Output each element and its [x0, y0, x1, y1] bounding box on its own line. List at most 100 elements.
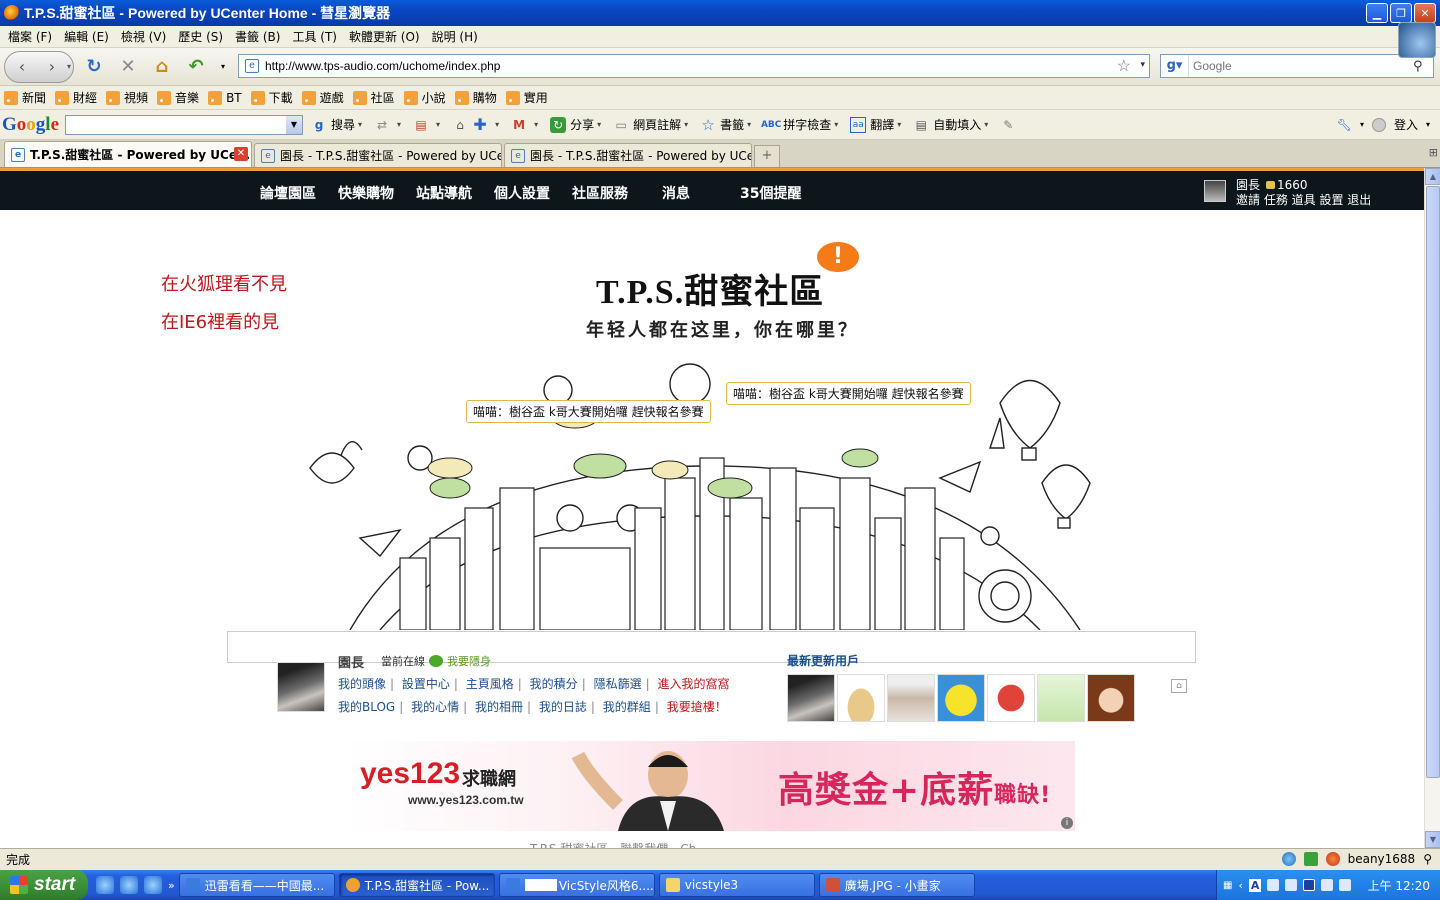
go-invisible-link[interactable]: 我要隱身: [447, 653, 491, 669]
scroll-up-icon[interactable]: ▲: [1425, 168, 1440, 185]
pencil-button[interactable]: ✎: [1000, 117, 1020, 133]
bookmark-community[interactable]: 社區: [352, 89, 395, 106]
tab-tps-home[interactable]: e T.P.S.甜蜜社區 - Powered by UCen... ✕: [4, 141, 252, 167]
menu-edit[interactable]: 編輯 (E): [64, 28, 109, 45]
link-grab-floor[interactable]: 我要搶樓！: [667, 700, 727, 714]
google-search-button[interactable]: g 搜尋 ▾: [311, 116, 362, 133]
google-search-input[interactable]: ▼: [65, 114, 303, 135]
scroll-down-icon[interactable]: ▼: [1425, 831, 1440, 848]
chevron-down-icon[interactable]: ▾: [1426, 120, 1430, 129]
avatar[interactable]: [1204, 180, 1226, 202]
menu-bookmarks[interactable]: 書籤 (B): [235, 28, 280, 45]
history-dropdown-icon[interactable]: ▾: [67, 62, 71, 71]
user-thumbnail[interactable]: [787, 674, 835, 722]
back-icon[interactable]: ‹: [7, 52, 37, 82]
status-username[interactable]: beany1688: [1348, 852, 1416, 866]
menu-history[interactable]: 歷史 (S): [178, 28, 223, 45]
close-window-button[interactable]: ✕: [1414, 3, 1436, 23]
user-thumbnail[interactable]: [1037, 674, 1085, 722]
bookmark-finance[interactable]: 財經: [55, 89, 97, 106]
back-to-top-icon[interactable]: ⌂: [1171, 679, 1187, 693]
chevron-down-icon[interactable]: ▾: [1360, 120, 1364, 129]
user-thumbnail[interactable]: [937, 674, 985, 722]
url-dropdown-icon[interactable]: ▾: [1140, 59, 1145, 70]
google-buttons[interactable]: ⌂ ✚ ▾: [452, 115, 499, 134]
undo-dropdown-icon[interactable]: ▾: [216, 55, 230, 79]
scrollbar-thumb[interactable]: [1426, 186, 1440, 778]
profile-name[interactable]: 園長: [338, 652, 364, 671]
bookmark-video[interactable]: 視頻: [106, 89, 148, 106]
maximize-button[interactable]: ❐: [1390, 3, 1412, 23]
link-my-diary[interactable]: 我的日誌: [539, 700, 587, 714]
google-bookmark-add[interactable]: ▤ ▾: [413, 117, 440, 133]
google-tools-button[interactable]: ⇄ ▾: [374, 117, 401, 133]
forward-icon[interactable]: ›: [37, 52, 67, 82]
quick-launch-icon[interactable]: [96, 876, 114, 894]
ad-info-icon[interactable]: i: [1061, 817, 1073, 829]
speech-bubble-tip[interactable]: 喵喵：樹谷盃 k哥大賽開始囉 趕快報名參賽: [726, 382, 971, 405]
tab-profile-1[interactable]: e 園長 - T.P.S.甜蜜社區 - Powered by UCent...: [254, 143, 502, 167]
quick-launch-icon[interactable]: [120, 876, 138, 894]
input-method-icon[interactable]: A: [1248, 878, 1262, 892]
network-icon[interactable]: [1339, 879, 1352, 891]
share-button[interactable]: ↻ 分享 ▾: [550, 116, 601, 133]
tray-icon[interactable]: [1285, 879, 1298, 891]
menu-tools[interactable]: 工具 (T): [292, 28, 337, 45]
bookmark-useful[interactable]: 實用: [505, 89, 548, 106]
taskbar-button[interactable]: 廣場.JPG - 小畫家: [818, 873, 975, 897]
home-icon[interactable]: ⌂: [148, 55, 176, 79]
sidewiki-button[interactable]: ▭ 網頁註解 ▾: [613, 116, 688, 133]
search-box[interactable]: g▾ ⚲: [1160, 54, 1434, 78]
url-bar[interactable]: e http://www.tps-audio.com/uchome/index.…: [238, 54, 1150, 78]
link-privacy[interactable]: 隱私篩選: [594, 677, 642, 691]
zoom-icon[interactable]: ⚲: [1423, 852, 1432, 866]
bookmark-star-icon[interactable]: ☆: [1117, 56, 1131, 76]
ie-tab-icon[interactable]: [1281, 852, 1296, 866]
tray-icon[interactable]: [1321, 879, 1334, 891]
search-engine-icon[interactable]: g▾: [1161, 55, 1189, 77]
link-my-groups[interactable]: 我的群組: [603, 700, 651, 714]
tray-icon[interactable]: [1303, 879, 1316, 891]
link-my-credits[interactable]: 我的積分: [530, 677, 578, 691]
tag-icon[interactable]: [1303, 852, 1318, 866]
menu-help[interactable]: 說明 (H): [432, 28, 478, 45]
autofill-button[interactable]: ▤ 自動填入 ▾: [913, 116, 989, 133]
reload-icon[interactable]: ↻: [80, 55, 108, 79]
user-thumbnail[interactable]: [837, 674, 885, 722]
user-thumbnail[interactable]: [987, 674, 1035, 722]
search-icon[interactable]: ⚲: [1413, 59, 1433, 74]
nav-personal-settings[interactable]: 個人設置: [494, 183, 550, 203]
close-tab-icon[interactable]: ✕: [234, 147, 248, 161]
translate-button[interactable]: aa 翻譯 ▾: [850, 116, 901, 133]
start-button[interactable]: start: [0, 870, 88, 900]
link-my-blog[interactable]: 我的BLOG: [338, 700, 395, 714]
account-icon[interactable]: [1325, 852, 1340, 866]
bookmark-games[interactable]: 遊戲: [301, 89, 344, 106]
link-my-album[interactable]: 我的相冊: [475, 700, 523, 714]
minimize-button[interactable]: ▁: [1366, 3, 1388, 23]
taskbar-button[interactable]: T.P.S.甜蜜社區 - Pow...: [338, 873, 495, 897]
chevron-left-icon[interactable]: ‹: [1238, 879, 1242, 892]
vertical-scrollbar[interactable]: ▲ ▼: [1424, 168, 1440, 848]
link-enter-home[interactable]: 進入我的窩窩: [657, 677, 729, 691]
link-my-mood[interactable]: 我的心情: [411, 700, 459, 714]
bookmark-download[interactable]: 下載: [250, 89, 293, 106]
signin-link[interactable]: 登入: [1394, 116, 1418, 133]
chevron-down-icon[interactable]: ▼: [286, 115, 302, 134]
user-thumbnail[interactable]: [1087, 674, 1135, 722]
menu-view[interactable]: 檢視 (V): [121, 28, 166, 45]
quick-launch-icon[interactable]: [144, 876, 162, 894]
nav-community-service[interactable]: 社區服務: [572, 183, 628, 203]
user-links[interactable]: 邀請 任務 道具 設置 退出: [1236, 193, 1371, 208]
tray-icon[interactable]: [1267, 879, 1280, 891]
undo-close-icon[interactable]: ↶: [182, 55, 210, 79]
nav-site-guide[interactable]: 站點導航: [416, 183, 472, 203]
new-tab-button[interactable]: +: [754, 145, 780, 167]
taskbar-button[interactable]: VicStyle风格6....: [498, 873, 655, 897]
speech-bubble-tip[interactable]: 喵喵：樹谷盃 k哥大賽開始囉 趕快報名參賽: [466, 400, 711, 423]
bookmark-music[interactable]: 音樂: [157, 89, 199, 106]
bookmark-bt[interactable]: BT: [208, 90, 242, 105]
clock[interactable]: 上午 12:20: [1368, 877, 1430, 894]
ad-banner[interactable]: yes123 求職網 www.yes123.com.tw 高獎金+底薪職缺! i: [346, 741, 1075, 831]
spellcheck-button[interactable]: ABC 拼字檢查 ▾: [761, 116, 838, 133]
